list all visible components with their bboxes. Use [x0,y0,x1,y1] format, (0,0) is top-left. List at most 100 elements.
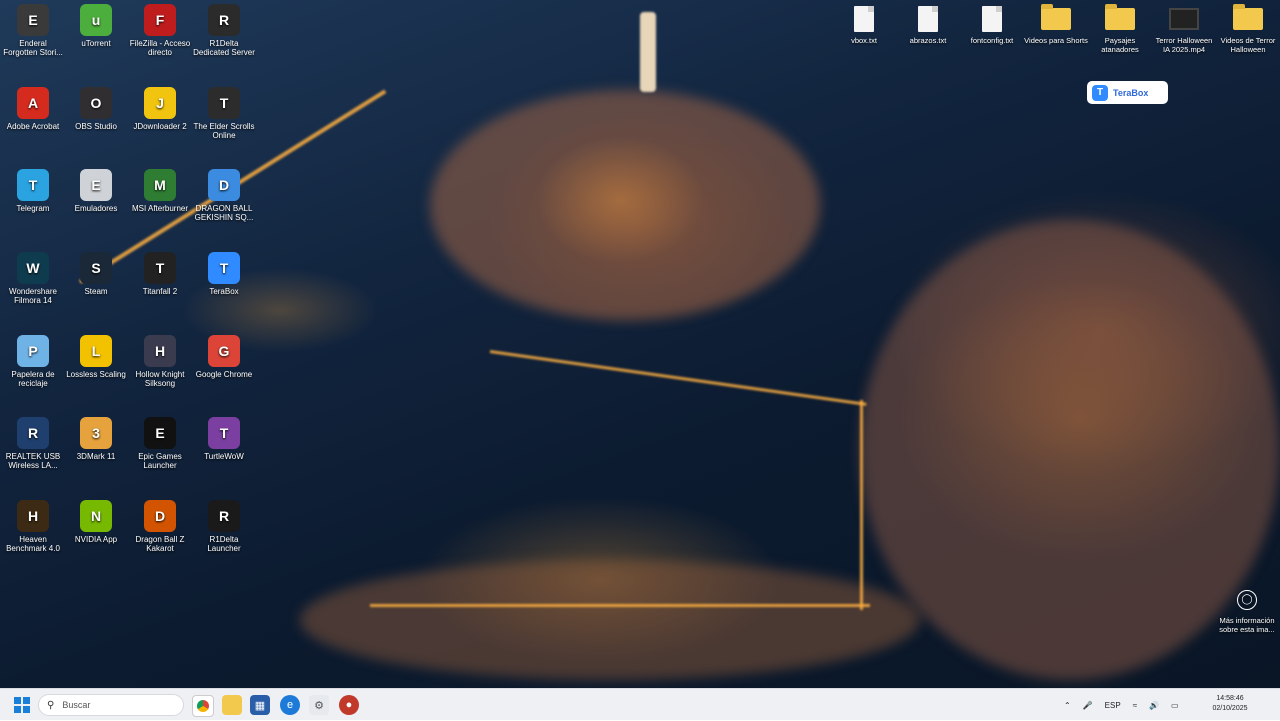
wallpaper-harbor [300,560,920,680]
r1delta-icon: R [208,4,240,36]
file-icon-label: Terror Halloween IA 2025.mp4 [1155,36,1213,54]
desktop-icon[interactable]: D DRAGON BALL GEKISHIN SQ... [193,169,255,222]
desktop-icon-label: uTorrent [81,39,111,48]
chevron-up-icon[interactable]: ⌃ [1064,701,1071,710]
file-icon[interactable]: Videos de Terror Halloween [1216,4,1280,54]
file-icon-label: Paysajes atanadores [1101,36,1139,54]
desktop-icon[interactable]: H Heaven Benchmark 4.0 [2,500,64,553]
desktop-icon-label: Epic Games Launcher [138,452,182,470]
chrome-icon: G [208,335,240,367]
filezilla-icon: F [144,4,176,36]
desktop-icon[interactable]: F FileZilla - Acceso directo [129,4,191,57]
taskbar-settings-gear-icon[interactable]: ⚙ [309,695,329,715]
volume-icon[interactable]: 🔊 [1149,701,1159,710]
wallpaper-quay-bottom [370,604,870,607]
desktop-icon-label: Steam [84,287,108,296]
filmora-icon: W [17,252,49,284]
desktop-icon-label: DRAGON BALL GEKISHIN SQ... [194,204,254,222]
wifi-icon[interactable]: ≈ [1133,701,1137,710]
dragonball-icon: D [208,169,240,201]
desktop-icon[interactable]: L Lossless Scaling [65,335,127,379]
file-icon[interactable]: fontconfig.txt [960,6,1024,45]
lossless-scaling-icon: L [80,335,112,367]
desktop-icon[interactable]: R REALTEK USB Wireless LA... [2,417,64,470]
wallpaper-bell-tower [640,12,656,92]
desktop-icon[interactable]: J JDownloader 2 [129,87,191,131]
folder-icon [1105,4,1135,30]
desktop-icon[interactable]: A Adobe Acrobat [2,87,64,131]
more-info-button[interactable]: ◯ Más información sobre esta ima... [1212,590,1280,634]
desktop-icon[interactable]: u uTorrent [65,4,127,48]
taskbar-edge-icon[interactable]: e [280,695,300,715]
file-icon[interactable]: vbox.txt [832,6,896,45]
terabox-badge[interactable]: T TeraBox [1087,81,1168,104]
desktop-icon[interactable]: W Wondershare Filmora 14 [2,252,64,305]
file-icon-label: vbox.txt [851,36,877,45]
desktop-icon[interactable]: T Titanfall 2 [129,252,191,296]
enderal-icon: E [17,4,49,36]
desktop-icon[interactable]: D Dragon Ball Z Kakarot [129,500,191,553]
desktop-icon-label: Wondershare Filmora 14 [9,287,57,305]
desktop-icon-label: Adobe Acrobat [6,122,60,131]
desktop-icon[interactable]: T Telegram [2,169,64,213]
desktop-icon[interactable]: G Google Chrome [193,335,255,379]
desktop-icon-label: Enderal Forgotten Stori... [3,39,63,57]
heaven-icon: H [17,500,49,532]
microphone-icon[interactable]: 🎤 [1083,701,1093,710]
desktop-icon[interactable]: T The Elder Scrolls Online [193,87,255,140]
taskbar-clock[interactable]: 14:58:46 02/10/2025 [1205,694,1255,714]
desktop-icon-label: OBS Studio [75,122,117,131]
r1delta-launcher-icon: R [208,500,240,532]
acrobat-icon: A [17,87,49,119]
file-icon[interactable]: Videos para Shorts [1024,4,1088,45]
desktop-icon[interactable]: 3 3DMark 11 [65,417,127,461]
file-icon[interactable]: Paysajes atanadores [1088,4,1152,54]
language-indicator[interactable]: ESP [1105,701,1121,710]
desktop-icon-label: TeraBox [209,287,239,296]
desktop-icon[interactable]: S Steam [65,252,127,296]
taskbar-file-explorer-icon[interactable] [222,695,242,715]
desktop-icon[interactable]: P Papelera de reciclaje [2,335,64,388]
desktop-icon[interactable]: H Hollow Knight Silksong [129,335,191,388]
file-icon[interactable]: Terror Halloween IA 2025.mp4 [1152,6,1216,54]
desktop-wallpaper: E Enderal Forgotten Stori... u uTorrent F Fil… [0,0,1280,688]
desktop-icon-label: Titanfall 2 [142,287,178,296]
folder-icon [1041,4,1071,30]
start-button[interactable] [14,697,30,713]
more-info-label: Más información sobre esta ima... [1219,616,1275,634]
text-file-icon [918,6,938,32]
desktop-icon[interactable]: E Epic Games Launcher [129,417,191,470]
desktop-icon[interactable]: R R1Delta Dedicated Server [193,4,255,57]
taskbar-chrome-icon[interactable] [192,695,214,717]
steam-icon: S [80,252,112,284]
taskbar-app-icon[interactable]: ● [339,695,359,715]
desktop-icon-label: Dragon Ball Z Kakarot [135,535,185,553]
text-file-icon [982,6,1002,32]
desktop-icon-label: REALTEK USB Wireless LA... [5,452,61,470]
file-icon-label: abrazos.txt [909,36,947,45]
search-placeholder: Buscar [62,700,91,710]
desktop-icon[interactable]: R R1Delta Launcher [193,500,255,553]
desktop-icon-label: R1Delta Launcher [207,535,241,553]
taskbar-search-box[interactable]: ⚲ Buscar [38,694,184,716]
desktop-icon-label: Emuladores [74,204,118,213]
taskbar-store-icon[interactable]: ▦ [250,695,270,715]
dbz-kakarot-icon: D [144,500,176,532]
text-file-icon [854,6,874,32]
video-file-icon [1169,8,1199,30]
desktop-icon[interactable]: T TurtleWoW [193,417,255,461]
desktop-icon[interactable]: M MSI Afterburner [129,169,191,213]
battery-icon[interactable]: ▭ [1171,701,1179,710]
realtek-icon: R [17,417,49,449]
wallpaper-promenade [489,350,867,406]
desktop-icon[interactable]: E Emuladores [65,169,127,213]
folder-icon [1233,4,1263,30]
obs-icon: O [80,87,112,119]
desktop-icon[interactable]: N NVIDIA App [65,500,127,544]
file-icon[interactable]: abrazos.txt [896,6,960,45]
3dmark-icon: 3 [80,417,112,449]
desktop-icon[interactable]: O OBS Studio [65,87,127,131]
desktop-icon[interactable]: T TeraBox [193,252,255,296]
utorrent-icon: u [80,4,112,36]
desktop-icon[interactable]: E Enderal Forgotten Stori... [2,4,64,57]
